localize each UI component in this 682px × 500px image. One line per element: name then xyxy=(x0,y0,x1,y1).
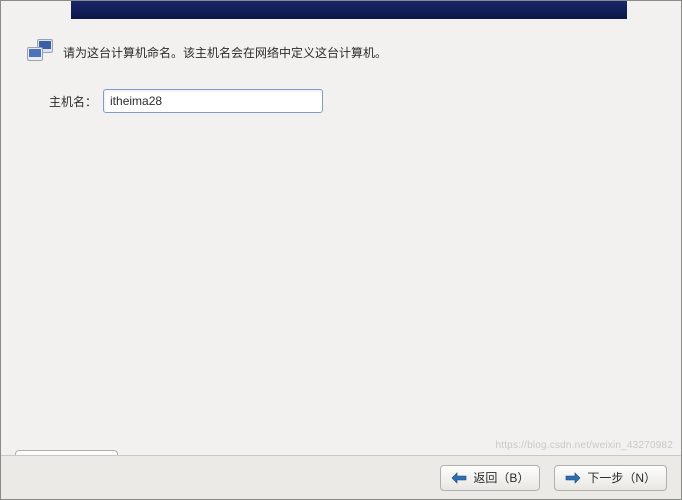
back-button[interactable]: 返回（B） xyxy=(440,465,540,491)
arrow-left-icon xyxy=(451,472,467,484)
footer-bar: 返回（B） 下一步（N） xyxy=(1,455,681,499)
watermark-text: https://blog.csdn.net/weixin_43270982 xyxy=(495,440,673,451)
hostname-label: 主机名： xyxy=(49,93,97,110)
back-button-label: 返回（B） xyxy=(473,469,529,486)
installer-window: 请为这台计算机命名。该主机名会在网络中定义这台计算机。 主机名： 配置网络（C）… xyxy=(0,0,682,500)
next-button[interactable]: 下一步（N） xyxy=(554,465,667,491)
network-hostname-icon xyxy=(25,39,55,65)
arrow-right-icon xyxy=(565,472,581,484)
hostname-input[interactable] xyxy=(103,89,323,113)
instruction-row: 请为这台计算机命名。该主机名会在网络中定义这台计算机。 xyxy=(25,39,387,65)
hostname-form-row: 主机名： xyxy=(49,89,323,113)
instruction-text: 请为这台计算机命名。该主机名会在网络中定义这台计算机。 xyxy=(63,44,387,61)
next-button-label: 下一步（N） xyxy=(587,469,656,486)
header-banner xyxy=(71,1,627,19)
